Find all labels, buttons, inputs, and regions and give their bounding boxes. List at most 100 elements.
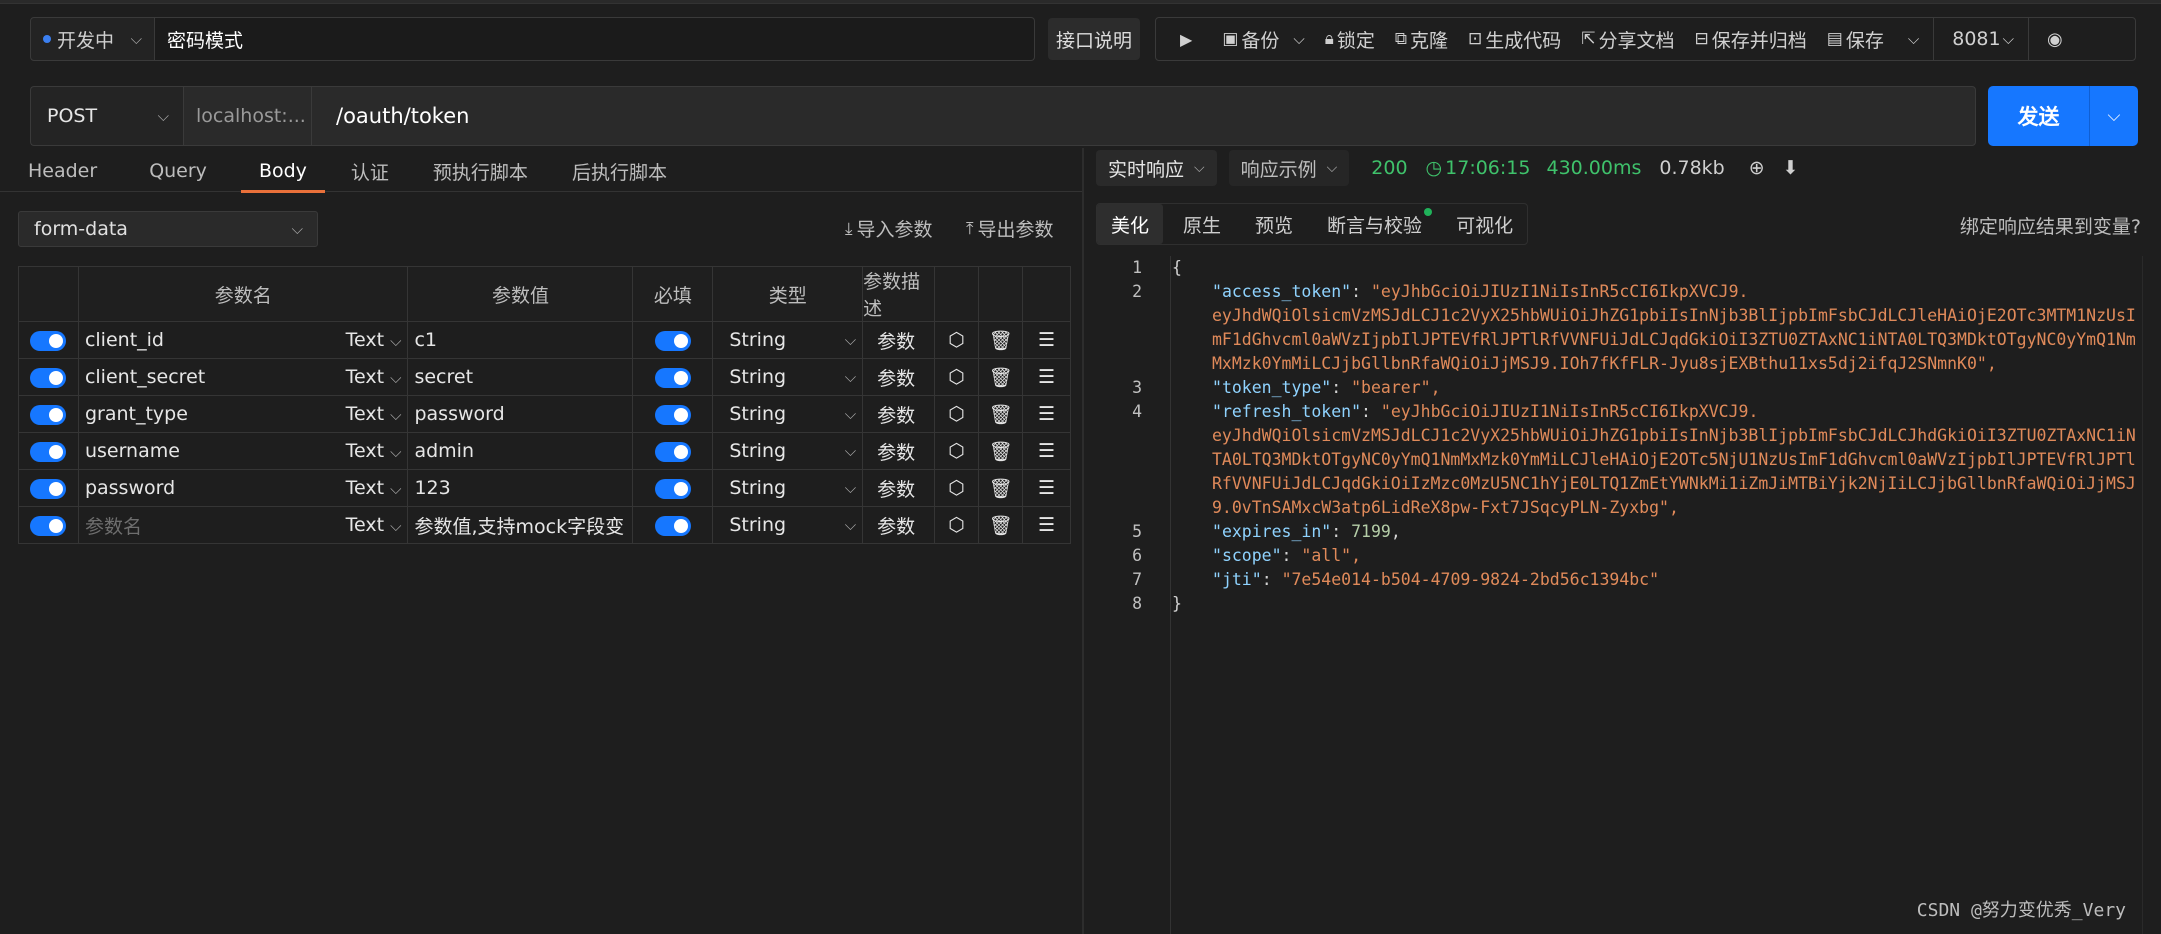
clone-button[interactable]: ⧉ 克隆 (1385, 18, 1458, 60)
trash-icon[interactable]: 🗑︎ (978, 506, 1023, 544)
drag-handle-icon[interactable]: ☰ (1022, 358, 1071, 396)
save-dropdown[interactable]: ⌵ (1894, 18, 1933, 60)
kind-select[interactable]: Text ⌵ (346, 366, 402, 388)
required-toggle[interactable] (632, 321, 714, 359)
param-value-cell[interactable]: 123 (407, 469, 634, 507)
response-scrollbar[interactable] (2142, 256, 2161, 934)
param-value-cell[interactable]: admin (407, 432, 634, 470)
realtime-select[interactable]: 实时响应 ⌵ (1096, 150, 1217, 186)
trash-icon[interactable]: 🗑︎ (978, 321, 1023, 359)
tab-body[interactable]: Body (240, 150, 325, 193)
desc-input[interactable]: 参数 (862, 358, 936, 396)
desc-input[interactable]: 参数 (862, 432, 936, 470)
param-name-cell[interactable]: grant_type Text ⌵ (77, 395, 409, 433)
type-select[interactable]: String ⌵ (712, 395, 864, 433)
run-button[interactable]: ▶ (1156, 18, 1212, 60)
import-params-button[interactable]: ⤓ 导入参数 (845, 215, 933, 242)
host-select[interactable]: localhost:... (184, 87, 312, 145)
drag-handle-icon[interactable]: ☰ (1022, 395, 1071, 433)
chevron-down-icon[interactable]: ⌵ (2090, 106, 2138, 126)
type-select[interactable]: String ⌵ (712, 506, 864, 544)
download-icon[interactable]: ⬇ (1783, 157, 1799, 179)
kind-select[interactable]: Text ⌵ (346, 514, 402, 536)
param-value-cell[interactable]: 参数值,支持mock字段变 (407, 506, 634, 544)
required-toggle[interactable] (632, 358, 714, 396)
toggle-switch[interactable] (30, 515, 67, 536)
kind-select[interactable]: Text ⌵ (346, 477, 402, 499)
param-value-cell[interactable]: secret (407, 358, 634, 396)
api-title-input[interactable]: 密码模式 (155, 17, 1035, 61)
toggle-switch[interactable] (654, 367, 691, 388)
kind-select[interactable]: Text ⌵ (346, 329, 402, 351)
toggle-switch[interactable] (30, 441, 67, 462)
env-selector[interactable]: 开发中 ⌵ (30, 17, 155, 61)
tab-header[interactable]: Header (28, 150, 97, 192)
mock-icon[interactable]: ⬡ (934, 321, 980, 359)
desc-input[interactable]: 参数 (862, 469, 936, 507)
trash-icon[interactable]: 🗑︎ (978, 358, 1023, 396)
tab-raw[interactable]: 原生 (1169, 204, 1235, 244)
drag-handle-icon[interactable]: ☰ (1022, 469, 1071, 507)
type-select[interactable]: String ⌵ (712, 432, 864, 470)
required-toggle[interactable] (632, 506, 714, 544)
enable-toggle[interactable] (18, 321, 79, 359)
required-toggle[interactable] (632, 469, 714, 507)
method-select[interactable]: POST ⌵ (30, 86, 183, 146)
toggle-switch[interactable] (30, 478, 67, 499)
enable-toggle[interactable] (18, 395, 79, 433)
tab-visualize[interactable]: 可视化 (1442, 204, 1527, 244)
param-name-cell[interactable]: client_secret Text ⌵ (77, 358, 409, 396)
tab-beautify[interactable]: 美化 (1097, 204, 1164, 244)
url-bar[interactable]: localhost:... /oauth/token (183, 86, 1976, 146)
share-doc-button[interactable]: ⇱ 分享文档 (1571, 18, 1684, 60)
trash-icon[interactable]: 🗑︎ (978, 432, 1023, 470)
enable-toggle[interactable] (18, 469, 79, 507)
param-name-cell[interactable]: password Text ⌵ (77, 469, 409, 507)
url-path-input[interactable]: /oauth/token (312, 104, 469, 128)
mock-icon[interactable]: ⬡ (934, 432, 980, 470)
tab-post-script[interactable]: 后执行脚本 (572, 150, 667, 192)
trash-icon[interactable]: 🗑︎ (978, 395, 1023, 433)
doc-button[interactable]: 接口说明 (1048, 18, 1140, 60)
enable-toggle[interactable] (18, 432, 79, 470)
mock-icon[interactable]: ⬡ (934, 469, 980, 507)
body-type-select[interactable]: form-data ⌵ (18, 211, 318, 247)
trash-icon[interactable]: 🗑︎ (978, 469, 1023, 507)
required-toggle[interactable] (632, 395, 714, 433)
lock-button[interactable]: 🔒︎ 锁定 (1315, 18, 1385, 60)
send-button[interactable]: 发送 ⌵ (1988, 86, 2138, 146)
toggle-switch[interactable] (654, 330, 691, 351)
desc-input[interactable]: 参数 (862, 506, 936, 544)
mock-icon[interactable]: ⬡ (934, 395, 980, 433)
toggle-switch[interactable] (654, 478, 691, 499)
response-code-viewer[interactable]: 1 2 3 4 5 6 7 8 { "access_token": "eyJhb… (1096, 256, 2142, 934)
param-name-cell[interactable]: username Text ⌵ (77, 432, 409, 470)
tab-assert[interactable]: 断言与校验 (1313, 204, 1436, 244)
tab-query[interactable]: Query (149, 150, 207, 192)
enable-toggle[interactable] (18, 506, 79, 544)
type-select[interactable]: String ⌵ (712, 321, 864, 359)
bind-variable-link[interactable]: 绑定响应结果到变量? (1960, 212, 2141, 239)
port-selector[interactable]: 8081 ⌵ (1934, 18, 2028, 60)
save-archive-button[interactable]: ⊟ 保存并归档 (1685, 18, 1817, 60)
param-name-cell[interactable]: client_id Text ⌵ (77, 321, 409, 359)
toggle-switch[interactable] (30, 404, 67, 425)
drag-handle-icon[interactable]: ☰ (1022, 506, 1071, 544)
preview-button[interactable]: ◉ (2029, 18, 2077, 60)
type-select[interactable]: String ⌵ (712, 358, 864, 396)
enable-toggle[interactable] (18, 358, 79, 396)
param-value-cell[interactable]: c1 (407, 321, 634, 359)
tab-auth[interactable]: 认证 (351, 150, 389, 192)
param-value-cell[interactable]: password (407, 395, 634, 433)
tab-pre-script[interactable]: 预执行脚本 (433, 150, 528, 192)
type-select[interactable]: String ⌵ (712, 469, 864, 507)
drag-handle-icon[interactable]: ☰ (1022, 321, 1071, 359)
drag-handle-icon[interactable]: ☰ (1022, 432, 1071, 470)
save-button[interactable]: ▤ 保存 (1817, 18, 1894, 60)
desc-input[interactable]: 参数 (862, 395, 936, 433)
toggle-switch[interactable] (654, 441, 691, 462)
backup-button[interactable]: ▣ 备份 ⌵ (1212, 18, 1314, 60)
gen-code-button[interactable]: ⊡ 生成代码 (1458, 18, 1571, 60)
kind-select[interactable]: Text ⌵ (346, 440, 402, 462)
toggle-switch[interactable] (654, 515, 691, 536)
